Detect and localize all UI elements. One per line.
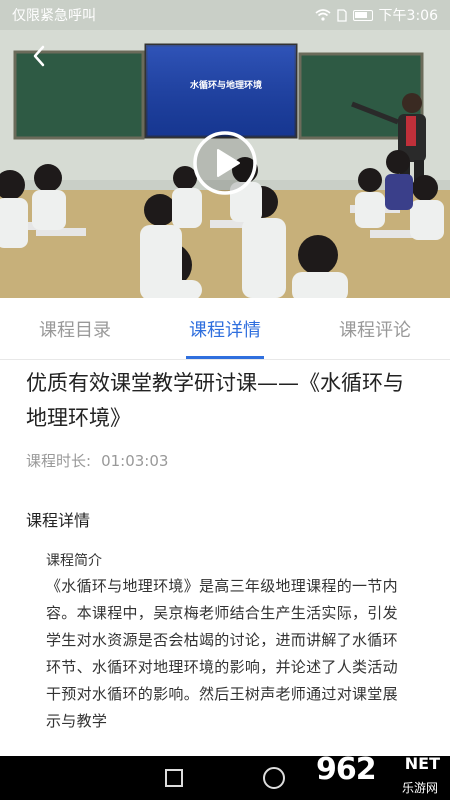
- duration-value: 01:03:03: [101, 452, 169, 470]
- video-player[interactable]: 水循环与地理环境: [0, 0, 450, 298]
- watermark-site: 乐游网: [401, 781, 438, 795]
- course-title: 优质有效课堂教学研讨课——《水循环与地理环境》: [26, 371, 404, 430]
- tab-comments[interactable]: 课程评论: [300, 298, 450, 359]
- wifi-icon: [315, 9, 331, 21]
- recent-apps-icon[interactable]: [165, 769, 183, 787]
- chevron-left-icon: [33, 45, 45, 67]
- home-icon[interactable]: [263, 767, 285, 789]
- back-button[interactable]: [28, 44, 52, 68]
- slide-title: 水循环与地理环境: [189, 81, 262, 91]
- tab-catalog[interactable]: 课程目录: [0, 298, 150, 359]
- intro-body: 《水循环与地理环境》是高三年级地理课程的一节内容。本课程中，吴京梅老师结合生产生…: [46, 577, 398, 730]
- details-heading: 课程详情: [26, 511, 91, 530]
- sim-icon: [336, 8, 347, 22]
- watermark-net: NET: [404, 754, 440, 773]
- battery-icon: [352, 9, 373, 21]
- play-icon: [193, 131, 257, 195]
- duration-label: 课程时长:: [26, 452, 92, 470]
- status-time: 下午3:06: [378, 8, 438, 24]
- watermark-number: 962: [316, 752, 377, 787]
- course-intro: 课程简介 《水循环与地理环境》是高三年级地理课程的一节内容。本课程中，吴京梅老师…: [46, 549, 404, 735]
- course-tabs: 课程目录 课程详情 课程评论: [0, 298, 450, 360]
- course-detail-content[interactable]: 优质有效课堂教学研讨课——《水循环与地理环境》 课程时长: 01:03:03 课程…: [0, 360, 450, 756]
- status-bar: 仅限紧急呼叫 下午3:06: [0, 0, 450, 30]
- course-duration: 课程时长: 01:03:03: [26, 450, 424, 471]
- tab-details[interactable]: 课程详情: [150, 298, 300, 359]
- play-button[interactable]: [192, 130, 258, 196]
- status-icons: 下午3:06: [315, 5, 438, 25]
- site-watermark: 962 NET 乐游网: [314, 750, 444, 796]
- intro-heading: 课程简介: [46, 553, 102, 569]
- carrier-text: 仅限紧急呼叫: [12, 8, 96, 24]
